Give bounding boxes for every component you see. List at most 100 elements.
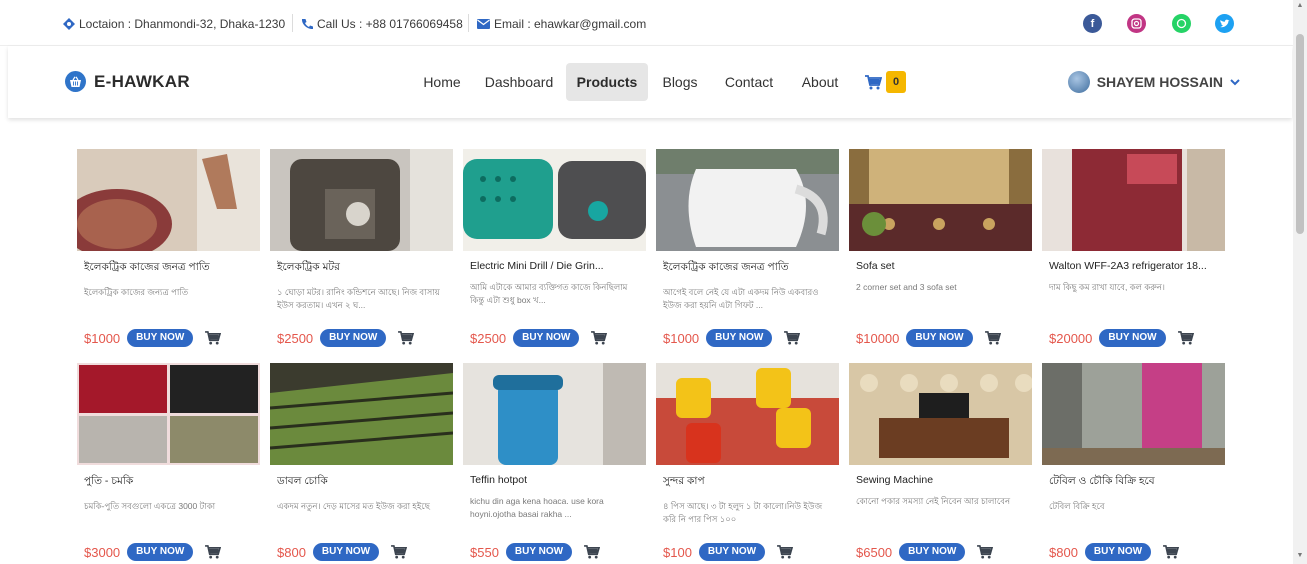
buy-now-button[interactable]: BUY NOW	[320, 329, 387, 347]
product-image[interactable]	[270, 363, 453, 465]
buy-now-button[interactable]: BUY NOW	[906, 329, 973, 347]
product-footer: $2500 BUY NOW	[470, 329, 608, 347]
add-to-cart-icon[interactable]	[784, 331, 801, 345]
product-price: $800	[1049, 544, 1078, 560]
nav-products[interactable]: Products	[566, 63, 648, 101]
cart-icon[interactable]	[865, 75, 882, 90]
product-description: ১ ঘোড়া মটর। রানিং কন্ডিশনে আছে। নিজ বাস…	[277, 287, 440, 310]
add-to-cart-icon[interactable]	[777, 545, 794, 559]
product-price: $20000	[1049, 330, 1093, 346]
product-card[interactable]: Walton WFF-2A3 refrigerator 18... দাম কিছ…	[1042, 149, 1225, 349]
scroll-down-icon[interactable]: ▼	[1296, 552, 1304, 559]
add-to-cart-icon[interactable]	[398, 331, 415, 345]
product-image[interactable]	[656, 363, 839, 465]
location-text: Loctaion : Dhanmondi-32, Dhaka-1230	[79, 17, 286, 31]
product-name[interactable]: ডাবল চোকি	[277, 474, 449, 491]
nav-dashboard[interactable]: Dashboard	[478, 63, 560, 101]
add-to-cart-icon[interactable]	[977, 545, 994, 559]
buy-now-button[interactable]: BUY NOW	[505, 543, 573, 561]
buy-now-button[interactable]: BUY NOW	[1084, 543, 1152, 561]
product-image[interactable]	[849, 363, 1032, 465]
product-card[interactable]: সুন্দর কাপ ৪ পিস আছে। ৩ টা হলুদ ১ টা কালো…	[656, 363, 839, 563]
phone-info: Call Us : +88 01766069458	[301, 17, 463, 31]
cart-count-badge: 0	[886, 71, 906, 93]
product-card[interactable]: Sewing Machine কোনো পকার সমস্যা নেই নিবেন…	[849, 363, 1032, 563]
buy-now-button[interactable]: BUY NOW	[1099, 329, 1166, 347]
product-card[interactable]: ইলেকট্রিক মটর ১ ঘোড়া মটর। রানিং কন্ডিশনে…	[270, 149, 453, 349]
nav-blogs[interactable]: Blogs	[654, 63, 706, 101]
phone-icon	[301, 19, 313, 30]
product-card[interactable]: Electric Mini Drill / Die Grin... আমি এটা…	[463, 149, 646, 349]
instagram-icon[interactable]	[1127, 14, 1146, 33]
product-name[interactable]: Sewing Machine	[856, 474, 1028, 486]
chevron-down-icon	[1230, 78, 1240, 85]
scroll-up-icon[interactable]: ▲	[1296, 2, 1304, 9]
envelope-icon	[477, 19, 490, 29]
buy-now-button[interactable]: BUY NOW	[127, 329, 194, 347]
product-description: কোনো পকার সমস্যা নেই নিবেন আর চালাবেন	[856, 496, 1011, 506]
product-footer: $550 BUY NOW	[470, 543, 601, 561]
product-price: $1000	[663, 330, 700, 346]
product-image[interactable]	[77, 149, 260, 251]
add-to-cart-icon[interactable]	[584, 545, 601, 559]
product-image[interactable]	[1042, 363, 1225, 465]
product-footer: $1000 BUY NOW	[84, 329, 222, 347]
product-name[interactable]: Walton WFF-2A3 refrigerator 18...	[1049, 260, 1221, 272]
add-to-cart-icon[interactable]	[205, 331, 222, 345]
product-image[interactable]	[1042, 149, 1225, 251]
product-card[interactable]: ইলেকট্রিক কাজের জনত্র পাতি আগেই বলে নেই য…	[656, 149, 839, 349]
product-image[interactable]	[463, 149, 646, 251]
product-description: ইলেকট্রিক কাজের জন্যত্র পাতি	[84, 287, 189, 297]
product-name[interactable]: পুতি - চমকি	[84, 474, 256, 491]
facebook-icon[interactable]: f	[1083, 14, 1102, 33]
add-to-cart-icon[interactable]	[1177, 331, 1194, 345]
brand-logo[interactable]: E-HAWKAR	[65, 71, 190, 92]
product-card[interactable]: Sofa set 2 corner set and 3 sofa set $1000…	[849, 149, 1032, 349]
buy-now-button[interactable]: BUY NOW	[127, 543, 194, 561]
scrollbar[interactable]: ▲ ▼	[1293, 0, 1307, 564]
buy-now-button[interactable]: BUY NOW	[312, 543, 380, 561]
product-image[interactable]	[849, 149, 1032, 251]
nav-home[interactable]: Home	[412, 63, 472, 101]
scroll-thumb[interactable]	[1296, 34, 1304, 234]
twitter-icon[interactable]	[1215, 14, 1234, 33]
product-name[interactable]: Teffin hotpot	[470, 474, 642, 486]
whatsapp-icon[interactable]	[1172, 14, 1191, 33]
add-to-cart-icon[interactable]	[1163, 545, 1180, 559]
product-footer: $10000 BUY NOW	[856, 329, 1001, 347]
product-footer: $800 BUY NOW	[1049, 543, 1180, 561]
product-card[interactable]: টেবিল ও চৌকি বিক্রি হবে টেবিল বিক্রি হবে $…	[1042, 363, 1225, 563]
product-card[interactable]: পুতি - চমকি চমকি-পুতি সবগুলো একত্রে 3000 …	[77, 363, 260, 563]
buy-now-button[interactable]: BUY NOW	[698, 543, 766, 561]
product-description: একদম নতুন। দেড় মাসের মত ইউজ করা হইছে	[277, 501, 430, 511]
product-image[interactable]	[77, 363, 260, 465]
product-name[interactable]: টেবিল ও চৌকি বিক্রি হবে	[1049, 474, 1221, 491]
product-name[interactable]: ইলেকট্রিক মটর	[277, 260, 449, 277]
product-image[interactable]	[270, 149, 453, 251]
product-name[interactable]: ইলেকট্রিক কাজের জনত্র পাতি	[84, 260, 256, 277]
buy-now-button[interactable]: BUY NOW	[899, 543, 966, 561]
location-info: Loctaion : Dhanmondi-32, Dhaka-1230	[63, 17, 285, 31]
product-image[interactable]	[656, 149, 839, 251]
nav-about[interactable]: About	[792, 63, 848, 101]
product-footer: $3000 BUY NOW	[84, 543, 222, 561]
product-card[interactable]: ডাবল চোকি একদম নতুন। দেড় মাসের মত ইউজ কর…	[270, 363, 453, 563]
user-menu[interactable]: SHAYEM HOSSAIN	[1067, 71, 1240, 93]
product-card[interactable]: ইলেকট্রিক কাজের জনত্র পাতি ইলেকট্রিক কাজে…	[77, 149, 260, 349]
add-to-cart-icon[interactable]	[591, 331, 608, 345]
product-name[interactable]: Electric Mini Drill / Die Grin...	[470, 260, 642, 272]
product-card[interactable]: Teffin hotpot kichu din aga kena hoaca. u…	[463, 363, 646, 563]
nav-contact[interactable]: Contact	[716, 63, 782, 101]
product-price: $100	[663, 544, 692, 560]
buy-now-button[interactable]: BUY NOW	[706, 329, 773, 347]
add-to-cart-icon[interactable]	[205, 545, 222, 559]
add-to-cart-icon[interactable]	[984, 331, 1001, 345]
buy-now-button[interactable]: BUY NOW	[513, 329, 580, 347]
product-name[interactable]: ইলেকট্রিক কাজের জনত্র পাতি	[663, 260, 835, 277]
brand-name: E-HAWKAR	[94, 71, 190, 91]
add-to-cart-icon[interactable]	[391, 545, 408, 559]
product-footer: $6500 BUY NOW	[856, 543, 994, 561]
product-name[interactable]: Sofa set	[856, 260, 1028, 272]
product-name[interactable]: সুন্দর কাপ	[663, 474, 835, 491]
product-image[interactable]	[463, 363, 646, 465]
